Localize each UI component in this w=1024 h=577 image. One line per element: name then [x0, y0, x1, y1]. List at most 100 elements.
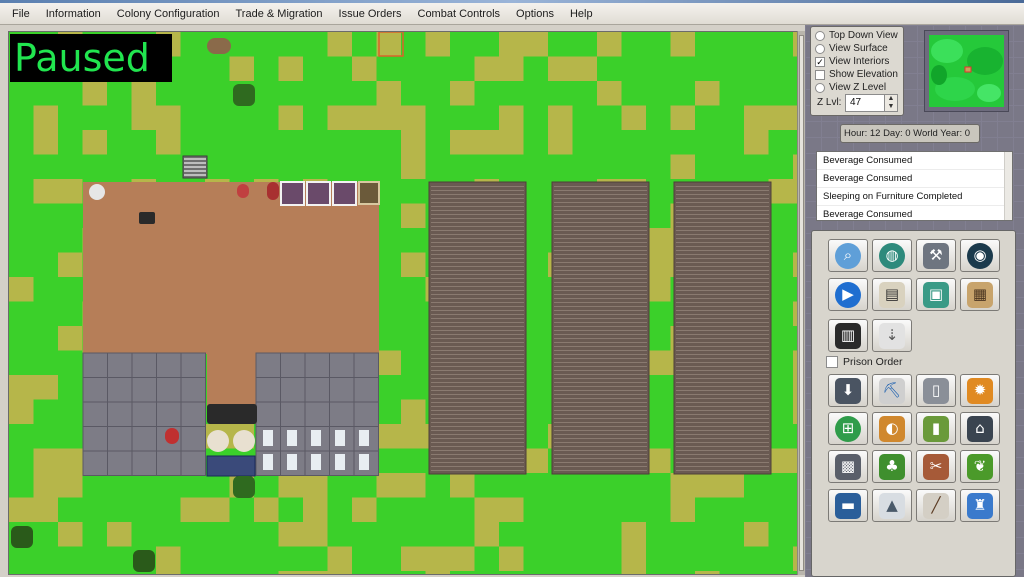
interiors-checkbox[interactable]: ✓: [815, 56, 825, 67]
crop-row: [431, 402, 524, 403]
crop-row: [431, 222, 524, 223]
menu-issue-orders[interactable]: Issue Orders: [331, 8, 410, 20]
floor-tile-west: [82, 377, 108, 403]
dry-grass-tile: [499, 546, 524, 571]
view-option-surface[interactable]: View Surface: [815, 42, 888, 55]
leaf-button[interactable]: ❦: [960, 450, 1000, 483]
menu-combat-controls[interactable]: Combat Controls: [410, 8, 509, 20]
z-level-radio[interactable]: [815, 82, 825, 93]
crop-row: [554, 390, 647, 391]
crop-row: [554, 242, 647, 243]
dry-grass-tile: [82, 81, 107, 106]
dry-grass-tile: [572, 56, 597, 81]
eye-button[interactable]: ◉: [960, 239, 1000, 272]
drill-button[interactable]: ⬇: [828, 374, 868, 407]
crop-row: [431, 238, 524, 239]
globe-button[interactable]: ◍: [872, 239, 912, 272]
stockpile-button[interactable]: ▥: [828, 319, 868, 352]
crystal-button[interactable]: ▲: [872, 489, 912, 522]
crop-row: [676, 434, 769, 435]
menu-options[interactable]: Options: [508, 8, 562, 20]
crop-row: [431, 330, 524, 331]
dry-grass-tile: [474, 522, 499, 547]
magnifier-button[interactable]: ⌕: [828, 239, 868, 272]
battery-button[interactable]: ▮: [916, 412, 956, 445]
view-option-top-down[interactable]: Top Down View: [815, 29, 898, 42]
harvest-button[interactable]: ✂: [916, 450, 956, 483]
battery-icon: ▮: [923, 415, 949, 442]
factory-button[interactable]: ⌂: [960, 412, 1000, 445]
sprout-button[interactable]: ♣: [872, 450, 912, 483]
crop-row: [431, 206, 524, 207]
crop-row: [431, 266, 524, 267]
pickaxe-button[interactable]: ⛏: [872, 374, 912, 407]
grid-button[interactable]: ⊞: [828, 412, 868, 445]
menu-bar: File Information Colony Configuration Tr…: [0, 3, 1024, 25]
view-option-z-level[interactable]: View Z Level: [815, 81, 886, 94]
dry-grass-tile: [156, 130, 181, 155]
machine-button[interactable]: ▣: [916, 278, 956, 311]
menu-trade-migration[interactable]: Trade & Migration: [228, 8, 331, 20]
crop-row: [431, 362, 524, 363]
minimap-canvas[interactable]: [925, 31, 1008, 111]
vehicle-button[interactable]: ▬: [828, 489, 868, 522]
crop-row: [554, 354, 647, 355]
crop-row: [554, 362, 647, 363]
message-line: Beverage Consumed: [817, 152, 1012, 170]
dry-grass-tile: [131, 105, 156, 130]
prison-order-checkbox[interactable]: Prison Order: [826, 356, 903, 368]
tower-button[interactable]: ♜: [960, 489, 1000, 522]
play-icon: ▶: [835, 281, 861, 308]
crop-row: [676, 190, 769, 191]
beacon-button[interactable]: ◐: [872, 412, 912, 445]
menu-file[interactable]: File: [4, 8, 38, 20]
map-canvas[interactable]: [9, 32, 798, 575]
bed: [359, 454, 369, 470]
floor-tile-west: [180, 401, 206, 427]
menu-help[interactable]: Help: [562, 8, 601, 20]
crop-row: [431, 414, 524, 415]
crop-row: [676, 258, 769, 259]
dry-grass-tile: [401, 546, 426, 571]
rifle-button[interactable]: ╱: [916, 489, 956, 522]
elevation-checkbox[interactable]: [815, 69, 825, 80]
crop-row: [676, 354, 769, 355]
crop-row: [431, 190, 524, 191]
map-scrollbar[interactable]: [797, 31, 805, 575]
minimap[interactable]: [924, 30, 1009, 112]
message-log[interactable]: Beverage Consumed Beverage Consumed Slee…: [816, 151, 1013, 221]
fire-button[interactable]: ✹: [960, 374, 1000, 407]
crate-button[interactable]: ▩: [828, 450, 868, 483]
crop-row: [676, 254, 769, 255]
dry-grass-tile: [450, 130, 475, 155]
workshop-button[interactable]: ⚒: [916, 239, 956, 272]
book-button[interactable]: ▤: [872, 278, 912, 311]
prison-order-box[interactable]: [826, 356, 838, 368]
view-option-interiors[interactable]: ✓ View Interiors: [815, 55, 889, 68]
menu-colony-configuration[interactable]: Colony Configuration: [109, 8, 228, 20]
message-log-scrollbar[interactable]: [1004, 152, 1012, 220]
dry-grass-tile: [670, 497, 695, 522]
dry-grass-tile: [352, 56, 377, 81]
crop-row: [676, 418, 769, 419]
crop-row: [676, 286, 769, 287]
map-scrollbar-thumb[interactable]: [799, 35, 804, 571]
shovel-button[interactable]: ⇣: [872, 319, 912, 352]
crop-row: [676, 310, 769, 311]
view-option-elevation[interactable]: Show Elevation: [815, 68, 898, 81]
menu-information[interactable]: Information: [38, 8, 109, 20]
armor-button[interactable]: ▯: [916, 374, 956, 407]
scroll-button[interactable]: ▦: [960, 278, 1000, 311]
z-level-spinner[interactable]: ▲ ▼: [884, 94, 898, 112]
z-level-input[interactable]: 47: [845, 94, 885, 112]
crop-row: [554, 458, 647, 459]
floor-tile-west: [107, 377, 133, 403]
crop-row: [676, 350, 769, 351]
top-down-radio[interactable]: [815, 30, 825, 41]
floor-tile-east: [304, 377, 330, 403]
play-button[interactable]: ▶: [828, 278, 868, 311]
surface-radio[interactable]: [815, 43, 825, 54]
dry-grass-tile: [82, 130, 107, 155]
dry-grass-tile: [33, 497, 58, 522]
game-map[interactable]: [8, 31, 798, 575]
